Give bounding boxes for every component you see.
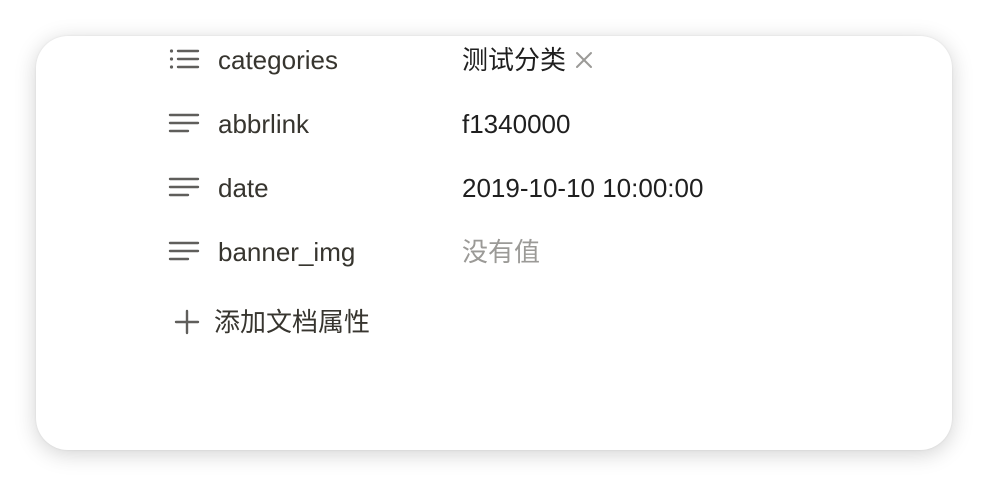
- add-property-label: 添加文档属性: [214, 307, 371, 337]
- add-property-button[interactable]: 添加文档属性: [174, 298, 370, 346]
- property-name[interactable]: abbrlink: [218, 100, 309, 148]
- document-properties-panel: categories 测试分类 abbrlink f1340000 date 2…: [36, 36, 952, 450]
- property-value[interactable]: 2019-10-10 10:00:00: [462, 164, 703, 212]
- property-value-placeholder[interactable]: 没有值: [462, 228, 540, 276]
- property-name[interactable]: date: [218, 164, 269, 212]
- property-value[interactable]: f1340000: [462, 100, 570, 148]
- categories-tag-list[interactable]: 测试分类: [462, 36, 594, 84]
- property-row-abbrlink[interactable]: abbrlink f1340000: [36, 100, 952, 148]
- multi-select-list-icon: [169, 49, 200, 69]
- property-name[interactable]: categories: [218, 36, 338, 84]
- text-lines-icon: [168, 113, 200, 133]
- property-row-banner-img[interactable]: banner_img 没有值: [36, 228, 952, 276]
- text-lines-icon: [168, 241, 200, 261]
- plus-icon: [174, 309, 200, 335]
- category-tag[interactable]: 测试分类: [462, 36, 566, 84]
- text-lines-icon: [168, 177, 200, 197]
- close-icon[interactable]: [574, 50, 594, 70]
- property-name[interactable]: banner_img: [218, 228, 355, 276]
- property-row-categories[interactable]: categories 测试分类: [36, 36, 952, 84]
- property-row-date[interactable]: date 2019-10-10 10:00:00: [36, 164, 952, 212]
